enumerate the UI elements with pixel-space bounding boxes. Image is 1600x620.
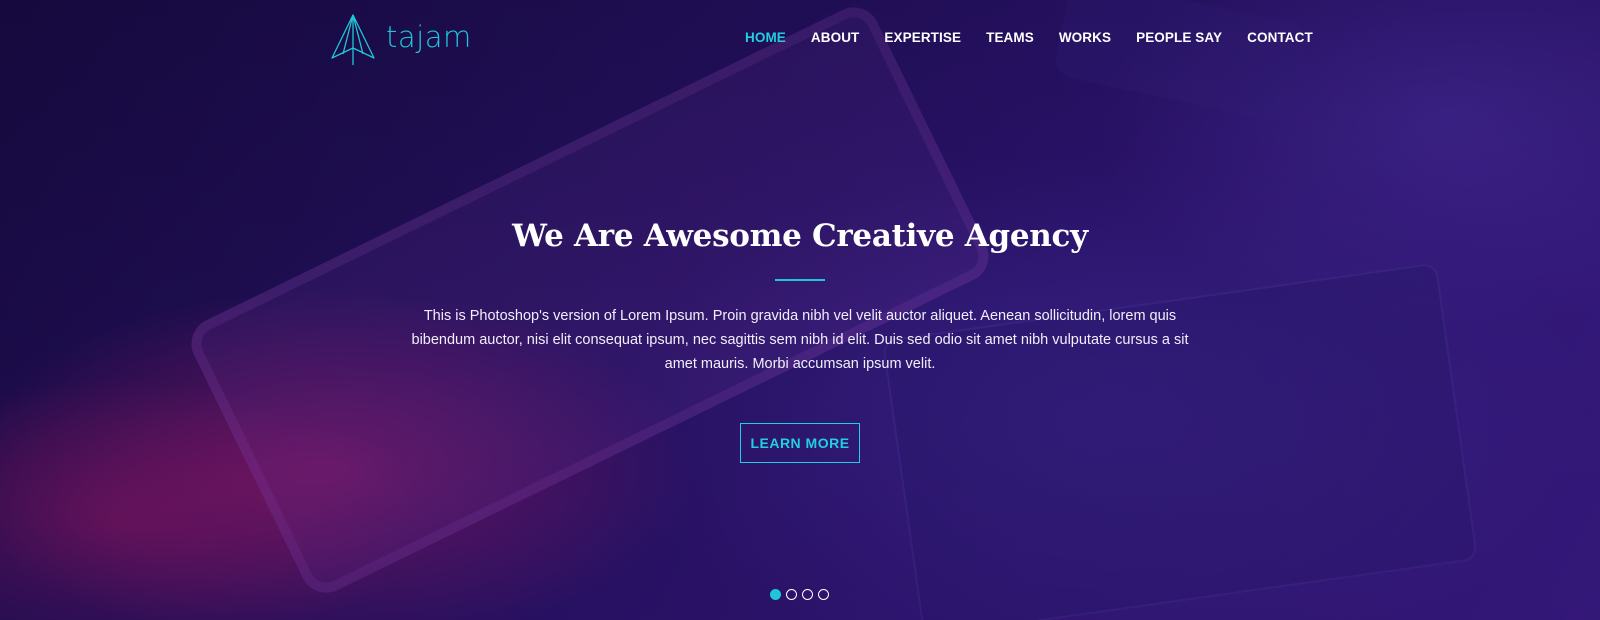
slider-dot-2[interactable] bbox=[786, 589, 797, 600]
learn-more-button[interactable]: LEARN MORE bbox=[740, 423, 860, 463]
hero-content: We Are Awesome Creative Agency This is P… bbox=[0, 0, 1600, 620]
slider-pagination bbox=[770, 589, 829, 600]
title-divider bbox=[775, 279, 825, 281]
slider-dot-1[interactable] bbox=[770, 589, 781, 600]
hero-title: We Are Awesome Creative Agency bbox=[512, 218, 1088, 254]
slider-dot-4[interactable] bbox=[818, 589, 829, 600]
hero-description: This is Photoshop's version of Lorem Ips… bbox=[411, 308, 1189, 372]
slider-dot-3[interactable] bbox=[802, 589, 813, 600]
